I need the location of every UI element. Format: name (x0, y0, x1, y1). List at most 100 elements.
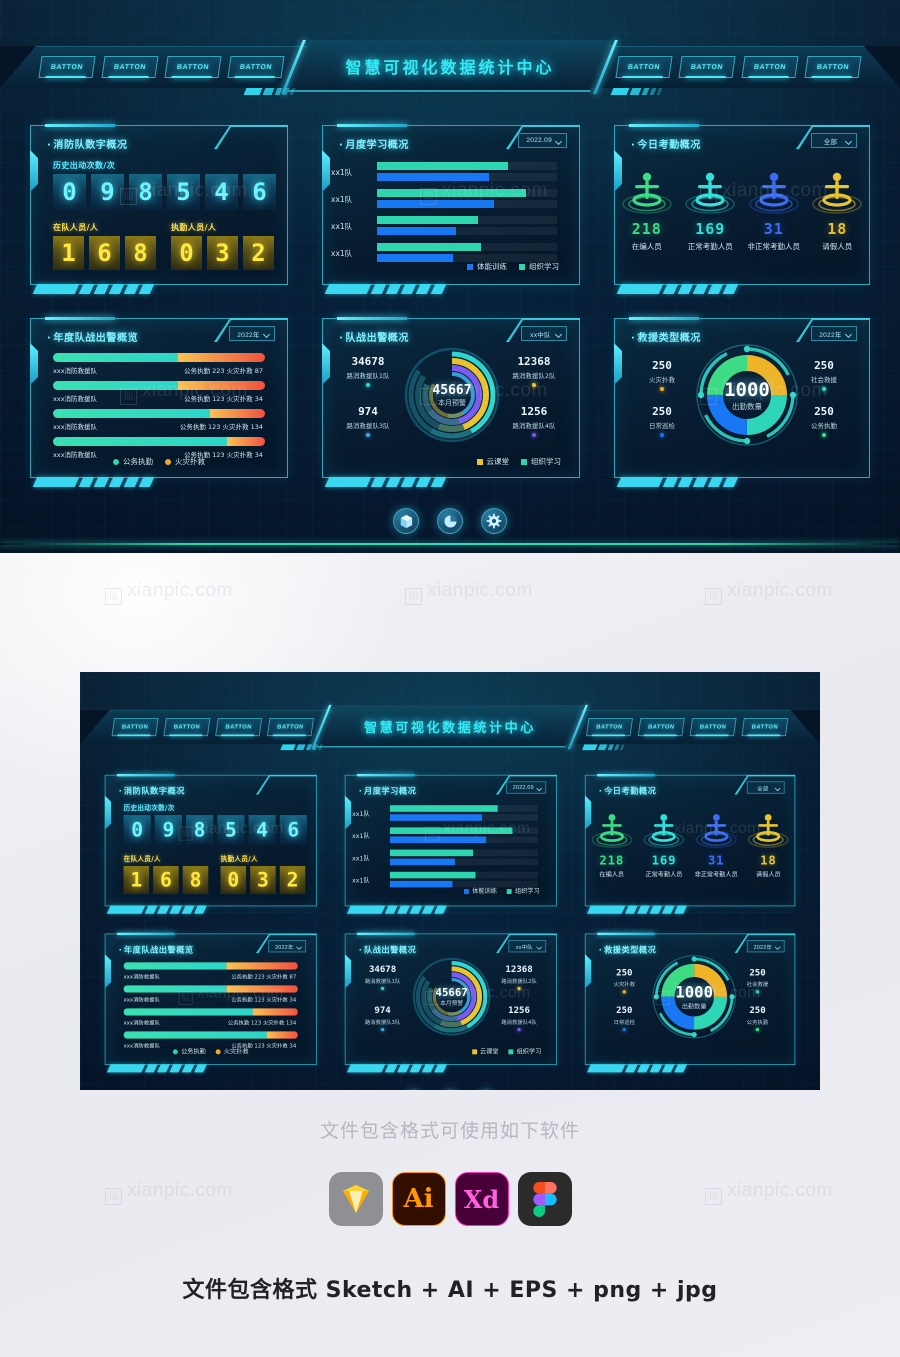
stripe (106, 1064, 146, 1073)
bar-group-2: xx1队 (331, 216, 557, 238)
panel-side-tab (614, 343, 622, 385)
stripe (144, 905, 158, 914)
filter-dropdown[interactable]: 2022.09 (518, 133, 567, 148)
dispatch-team-name: xxx消防救援队 (53, 451, 98, 459)
attendance-value: 218 (631, 220, 662, 238)
header-button-4[interactable]: BATTON (267, 718, 314, 737)
pie-chart-button[interactable] (437, 508, 463, 534)
legend-label: 组织学习 (531, 457, 561, 466)
panel-title: 队战出警概况 (339, 329, 409, 344)
header-decoration-l (280, 744, 323, 751)
stripe (138, 477, 155, 487)
watermark-logo-icon: 仙 (705, 588, 722, 605)
filter-dropdown[interactable]: 2022年 (229, 326, 275, 341)
watermark-text: xianpic.com (127, 580, 233, 601)
person-on-pedestal-icon (591, 814, 633, 848)
bar-physical-training (377, 227, 457, 235)
formats-heading: 文件包含格式可使用如下软件 (319, 1120, 580, 1142)
legend-swatch (508, 1048, 514, 1054)
stripe (181, 1064, 195, 1073)
kpi-caption: 路消救援队3队 (364, 1018, 401, 1026)
cube-button[interactable] (393, 508, 419, 534)
filter-dropdown[interactable]: 2022.09 (506, 781, 547, 794)
header-button-1[interactable]: BATTON (111, 718, 159, 737)
chart-legend: 体能训练 组织学习 (463, 887, 540, 896)
stripe (32, 284, 80, 294)
onduty-digit-2: 2 (243, 236, 274, 270)
stripe (662, 284, 679, 294)
legend-swatch (467, 263, 473, 270)
dispatch-kpi-0: 34678 路消救援队1队 (351, 964, 415, 991)
history-digit-5: 6 (279, 815, 307, 845)
header-button-4[interactable]: BATTON (227, 56, 285, 78)
bar-category-label: xx1队 (352, 876, 370, 885)
chevron-down-icon (844, 330, 853, 339)
filter-dropdown[interactable]: 2022年 (811, 326, 857, 341)
kpi-caption: 火灾扑救 (613, 981, 635, 988)
stripe (421, 905, 435, 914)
watermark-text: xianpic.com (142, 180, 248, 201)
filter-dropdown[interactable]: 全部 (746, 781, 785, 794)
header-button-7[interactable]: BATTON (689, 718, 737, 737)
stripe (169, 905, 183, 914)
attendance-caption: 正常考勤人员 (687, 242, 733, 251)
watermark-logo-icon: 仙 (425, 991, 440, 1005)
kpi-caption: 路消救援队2队 (512, 372, 556, 380)
attendance-value: 18 (827, 220, 848, 238)
attendance-caption: 请假人员 (822, 242, 853, 251)
page-root: 智慧可视化数据统计中心 BATTON BATTON BATTON BATTON BATTO… (0, 0, 900, 1357)
header-button-3[interactable]: BATTON (215, 718, 263, 737)
watermark-text: xianpic.com (142, 380, 248, 401)
header-button-8[interactable]: BATTON (741, 718, 789, 737)
onduty-label: 执勤人员/人 (220, 855, 258, 863)
watermark: 仙 xianpic.com (120, 180, 248, 205)
legend-swatch (506, 888, 512, 894)
filter-dropdown[interactable]: 全部 (811, 133, 857, 148)
dispatch-kpi-3: 1256 路消救援队4队 (487, 1005, 551, 1032)
header-button-8[interactable]: BATTON (804, 56, 862, 78)
header-button-5[interactable]: BATTON (615, 56, 673, 78)
stripe (400, 284, 417, 294)
chart-legend: 体能训练 组织学习 (467, 261, 559, 272)
panel-side-tab (104, 795, 112, 830)
kpi-color-dot (622, 1028, 626, 1032)
stripe (434, 1064, 447, 1073)
header-button-5[interactable]: BATTON (586, 718, 633, 737)
panel-top-accent (629, 317, 699, 320)
header-button-6[interactable]: BATTON (678, 56, 736, 78)
duty-value: 123 (212, 451, 225, 459)
stripe (649, 905, 663, 914)
header-decoration-r (582, 744, 625, 751)
stripe (674, 1064, 688, 1073)
filter-dropdown[interactable]: xx中队 (521, 326, 567, 341)
legend-swatch (215, 1048, 221, 1054)
chevron-down-icon (554, 137, 563, 146)
stripe (430, 477, 447, 487)
fire-value: 87 (254, 367, 263, 375)
filter-dropdown[interactable]: 2022年 (746, 940, 785, 953)
filter-dropdown[interactable]: 2022年 (268, 940, 307, 953)
legend-label: 公务执勤 (181, 1047, 206, 1056)
header-button-7[interactable]: BATTON (741, 56, 799, 78)
kpi-value: 250 (749, 967, 766, 978)
filter-dropdown[interactable]: xx中队 (508, 940, 547, 953)
header-button-3[interactable]: BATTON (164, 56, 222, 78)
app-header: 智慧可视化数据统计中心 BATTON BATTON BATTON BATTON BATTO… (80, 704, 820, 751)
person-on-pedestal-icon (621, 172, 672, 214)
header-button-1[interactable]: BATTON (38, 56, 96, 78)
header-button-6[interactable]: BATTON (637, 718, 685, 737)
attendance-value: 31 (763, 220, 784, 238)
dispatch-bar-fire (178, 353, 265, 362)
header-button-2[interactable]: BATTON (163, 718, 211, 737)
watermark-logo-icon: 仙 (700, 188, 717, 205)
onduty-digit-row: 032 (220, 866, 306, 894)
panel-corner-notch (214, 125, 288, 149)
dispatch-bar-duty (53, 437, 227, 446)
header-button-2[interactable]: BATTON (101, 56, 159, 78)
gear-button[interactable] (481, 508, 507, 534)
watermark-text: xianpic.com (722, 380, 828, 401)
dispatch-bar-duty (123, 1031, 267, 1039)
stripe (587, 905, 626, 914)
attendance-item-0: 218 在编人员 (615, 168, 679, 252)
duty-label: 公务执勤 (227, 1019, 250, 1027)
